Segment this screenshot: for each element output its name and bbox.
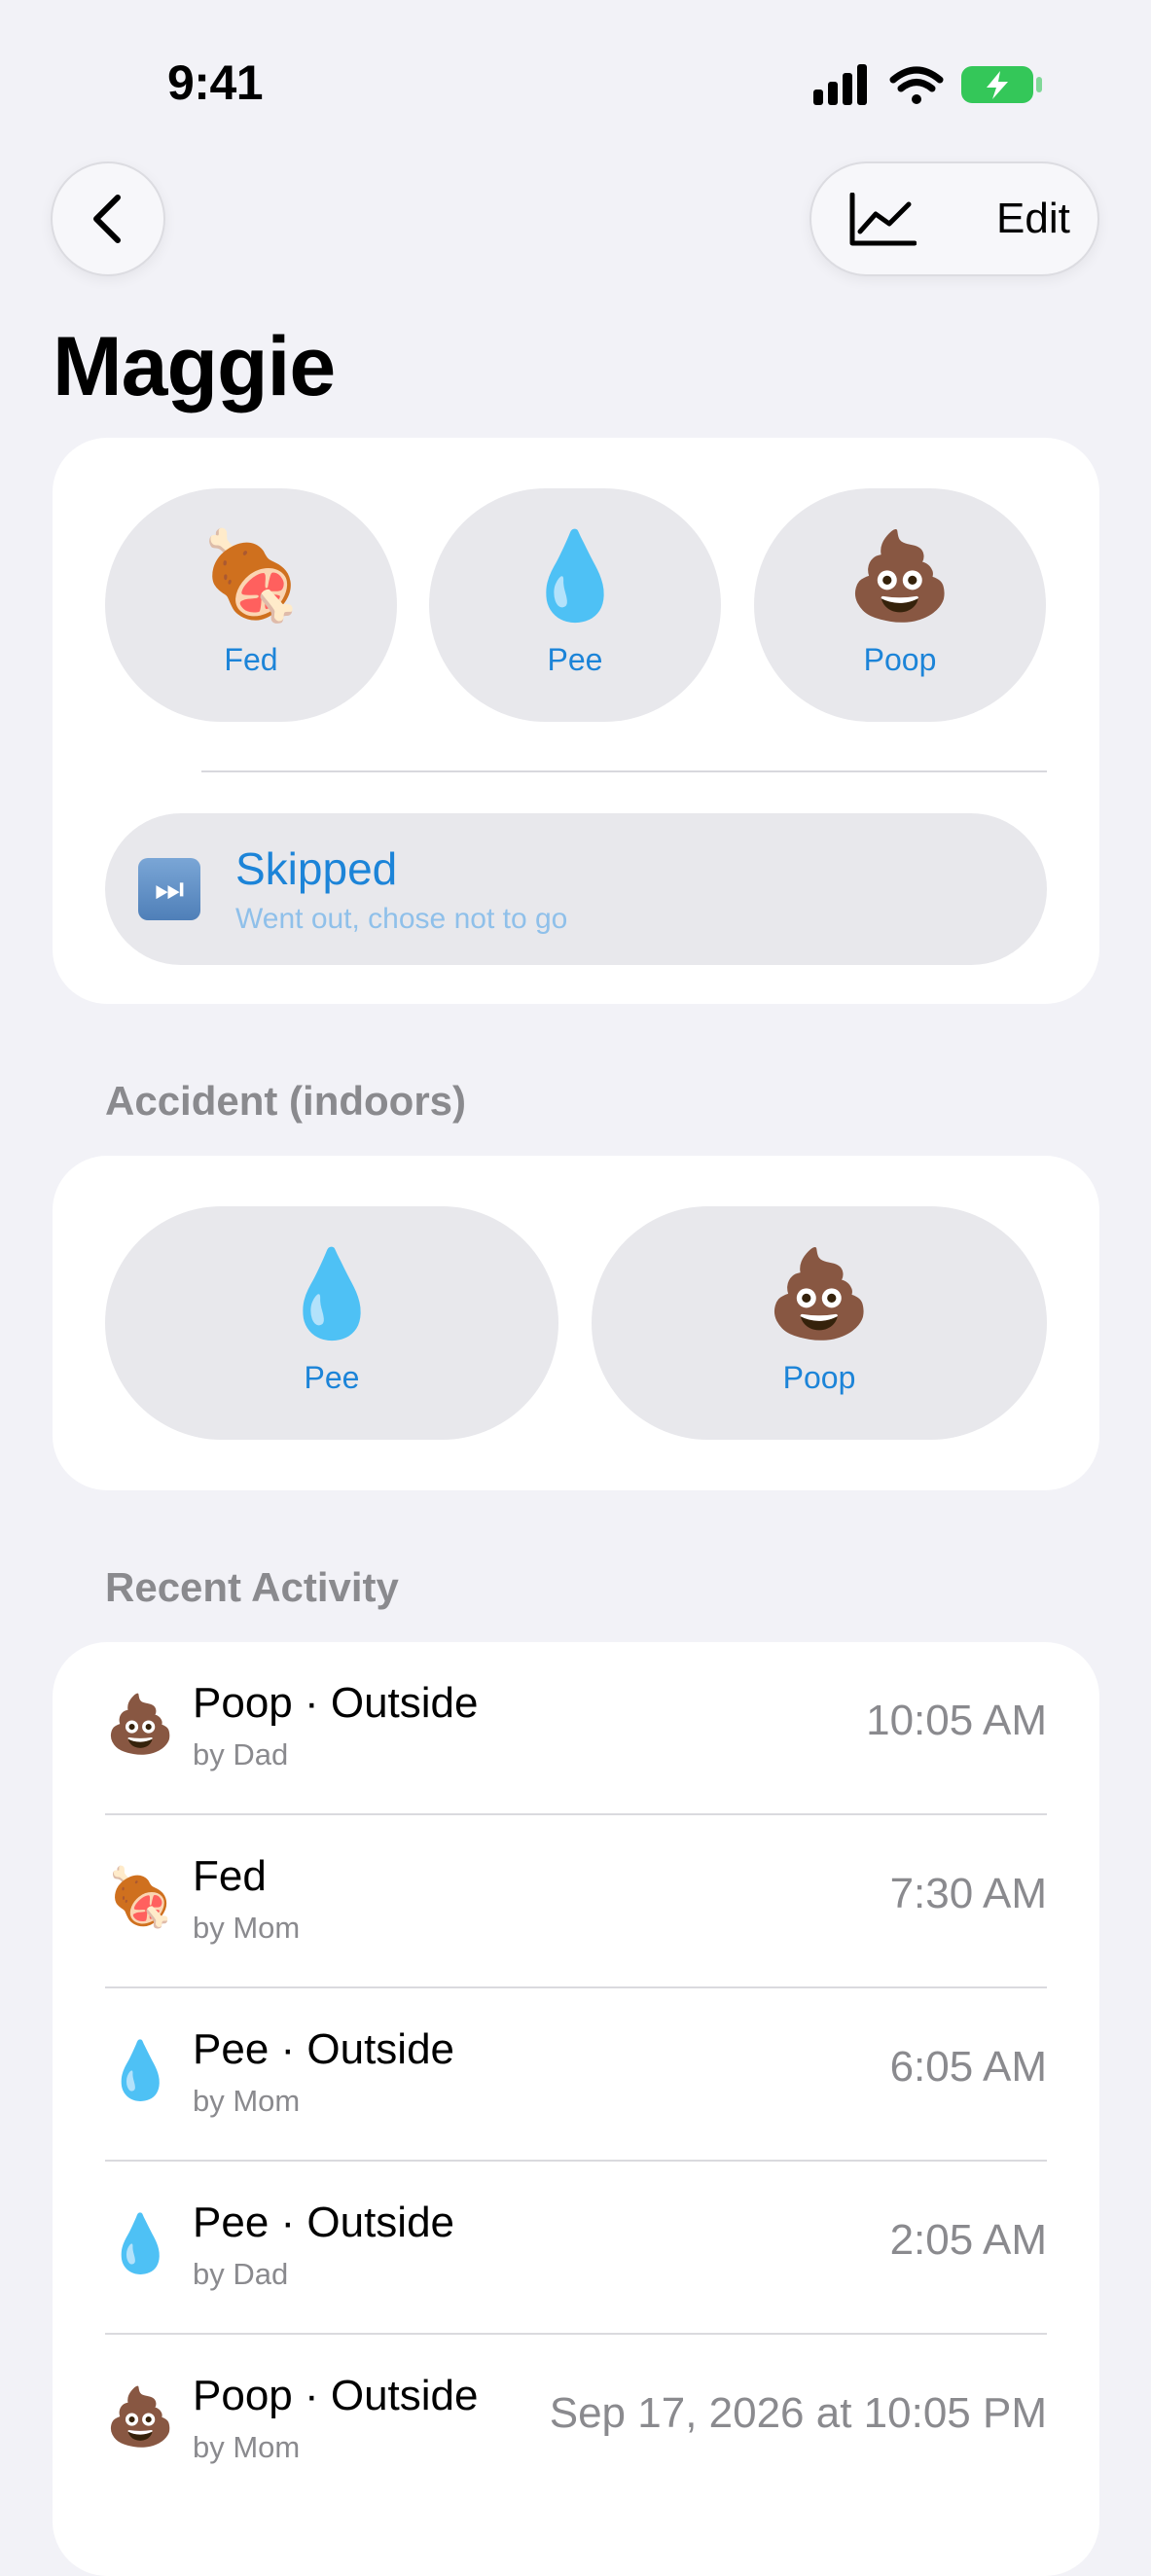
activity-time: 10:05 AM [866, 1697, 1047, 1744]
activity-row[interactable]: 💩 Poop · Outside by Mom Sep 17, 2026 at … [53, 2335, 1099, 2508]
poop-icon: 💩 [105, 1693, 176, 1756]
status-icons [813, 64, 1042, 105]
accident-section-header: Accident (indoors) [105, 1078, 467, 1124]
poop-icon: 💩 [105, 2385, 176, 2449]
activity-time: 6:05 AM [889, 2043, 1047, 2091]
status-time: 9:41 [167, 55, 264, 110]
activity-row[interactable]: 🍖 Fed by Mom 7:30 AM [53, 1815, 1099, 1988]
activity-time: Sep 17, 2026 at 10:05 PM [549, 2389, 1047, 2437]
activity-time: 7:30 AM [889, 1870, 1047, 1917]
fed-button[interactable]: 🍖 Fed [105, 488, 397, 722]
poop-button[interactable]: 💩 Poop [754, 488, 1046, 722]
accident-pee-label: Pee [304, 1359, 360, 1395]
droplet-icon: 💧 [522, 526, 629, 624]
fed-label: Fed [224, 641, 278, 677]
activity-author: by Mom [193, 1911, 301, 1945]
activity-time: 2:05 AM [889, 2216, 1047, 2264]
droplet-icon: 💧 [278, 1244, 385, 1342]
skipped-subtitle: Went out, chose not to go [235, 903, 568, 935]
activity-row[interactable]: 💧 Pee · Outside by Mom 6:05 AM [53, 1988, 1099, 2162]
back-button[interactable] [51, 161, 165, 276]
cellular-signal-icon [813, 64, 867, 105]
meat-icon: 🍖 [105, 1866, 176, 1929]
poop-icon: 💩 [846, 526, 953, 624]
skipped-button[interactable]: ⏭ Skipped Went out, chose not to go [105, 813, 1047, 965]
activity-title: Fed [193, 1852, 267, 1900]
pee-label: Pee [547, 641, 603, 677]
poop-label: Poop [863, 641, 937, 677]
activity-author: by Dad [193, 1737, 289, 1771]
line-chart-icon[interactable] [848, 193, 917, 247]
activity-author: by Mom [193, 2084, 301, 2118]
activity-title: Pee · Outside [193, 2025, 455, 2073]
chevron-left-icon [93, 195, 121, 243]
activity-title: Poop · Outside [193, 1679, 479, 1727]
accident-poop-button[interactable]: 💩 Poop [592, 1206, 1047, 1440]
droplet-icon: 💧 [105, 2039, 176, 2102]
skip-forward-icon: ⏭ [138, 858, 200, 920]
activity-title: Poop · Outside [193, 2372, 479, 2419]
skipped-title: Skipped [235, 843, 398, 894]
activity-author: by Dad [193, 2257, 289, 2291]
activity-row[interactable]: 💩 Poop · Outside by Dad 10:05 AM [53, 1642, 1099, 1815]
nav-actions-pill: Edit [809, 161, 1099, 276]
poop-icon: 💩 [766, 1244, 873, 1342]
droplet-icon: 💧 [105, 2212, 176, 2275]
recent-activity-header: Recent Activity [105, 1564, 399, 1610]
activity-title: Pee · Outside [193, 2199, 455, 2246]
battery-charging-icon [961, 66, 1042, 103]
page-title: Maggie [53, 320, 336, 413]
meat-icon: 🍖 [198, 526, 305, 624]
edit-button[interactable]: Edit [996, 195, 1070, 243]
wifi-icon [889, 66, 944, 104]
pee-button[interactable]: 💧 Pee [429, 488, 721, 722]
activity-author: by Mom [193, 2430, 301, 2464]
activity-row[interactable]: 💧 Pee · Outside by Dad 2:05 AM [53, 2162, 1099, 2335]
accident-poop-label: Poop [782, 1359, 856, 1395]
accident-pee-button[interactable]: 💧 Pee [105, 1206, 558, 1440]
divider [201, 770, 1047, 772]
